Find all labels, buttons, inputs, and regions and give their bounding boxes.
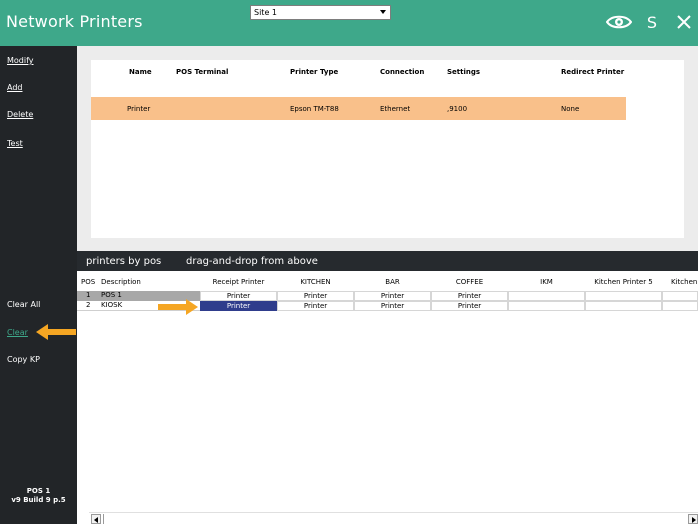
add-button[interactable]: Add: [7, 83, 23, 92]
horizontal-scrollbar[interactable]: [89, 512, 698, 524]
delete-button[interactable]: Delete: [7, 110, 33, 119]
pos-description: POS 1: [101, 291, 122, 299]
pos-name: POS 1: [26, 487, 51, 495]
printer-type: Epson TM-T88: [290, 105, 339, 113]
col-kitchen-6: Kitchen: [671, 278, 698, 286]
chevron-down-icon: [380, 10, 386, 14]
col-pos: POS: [81, 278, 96, 286]
receipt-printer-cell[interactable]: Printer: [200, 291, 277, 301]
kitchen-6-cell[interactable]: [662, 301, 698, 311]
kitchen-printer-cell[interactable]: Printer: [277, 301, 354, 311]
col-settings: Settings: [447, 68, 481, 76]
scroll-right-button[interactable]: [688, 514, 698, 524]
coffee-printer-cell[interactable]: Printer: [431, 291, 508, 301]
arrow-left-small-icon: [94, 517, 98, 523]
kitchen-printer-5-cell[interactable]: [585, 291, 662, 301]
col-name: Name: [129, 68, 152, 76]
arrow-left-icon: [36, 324, 76, 340]
version-info: POS 1 v9 Build 9 p.5: [0, 487, 77, 505]
col-redirect-printer: Redirect Printer: [561, 68, 625, 76]
close-icon: [677, 15, 691, 29]
s-button[interactable]: S: [642, 10, 662, 34]
printer-connection: Ethernet: [380, 105, 411, 113]
test-button[interactable]: Test: [7, 139, 23, 148]
col-bar: BAR: [385, 278, 400, 286]
pos-number: 1: [86, 291, 91, 299]
col-kitchen: KITCHEN: [300, 278, 331, 286]
drag-hint: drag-and-drop from above: [186, 256, 318, 267]
ikm-printer-cell[interactable]: [508, 301, 585, 311]
tab-printers-by-pos[interactable]: printers by pos: [86, 256, 161, 267]
printer-settings: ,9100: [447, 105, 468, 113]
printer-redirect: None: [561, 105, 580, 113]
clear-all-button[interactable]: Clear All: [7, 300, 40, 309]
version-label: v9 Build 9 p.5: [11, 496, 66, 504]
col-pos-terminal: POS Terminal: [176, 68, 229, 76]
pos-description: KIOSK: [101, 301, 123, 309]
kitchen-6-cell[interactable]: [662, 291, 698, 301]
col-kitchen-printer-5: Kitchen Printer 5: [594, 278, 653, 286]
printers-table: Name POS Terminal Printer Type Connectio…: [91, 60, 684, 238]
col-receipt-printer: Receipt Printer: [212, 278, 265, 286]
receipt-printer-cell-selected[interactable]: Printer: [200, 301, 277, 311]
printers-by-pos-header: printers by pos drag-and-drop from above: [77, 251, 698, 271]
bar-printer-cell[interactable]: Printer: [354, 301, 431, 311]
page-title: Network Printers: [6, 12, 143, 31]
col-printer-type: Printer Type: [290, 68, 339, 76]
scroll-thumb[interactable]: [103, 514, 104, 524]
printers-panel: Name POS Terminal Printer Type Connectio…: [77, 46, 698, 251]
copy-kp-button[interactable]: Copy KP: [7, 355, 40, 364]
title-bar: Network Printers Site 1 S: [0, 0, 698, 46]
ikm-printer-cell[interactable]: [508, 291, 585, 301]
sidebar: Modify Add Delete Test Clear All Clear C…: [0, 46, 77, 524]
scroll-left-button[interactable]: [91, 514, 101, 524]
clear-button[interactable]: Clear: [7, 328, 28, 337]
site-dropdown[interactable]: Site 1: [250, 5, 391, 20]
col-coffee: COFFEE: [455, 278, 484, 286]
window: Network Printers Site 1 S Modify Add Del…: [0, 0, 698, 524]
printer-row[interactable]: Printer Epson TM-T88 Ethernet ,9100 None: [91, 97, 626, 120]
view-button[interactable]: [604, 10, 634, 34]
modify-button[interactable]: Modify: [7, 56, 34, 65]
pos-grid-header: POS Description Receipt Printer KITCHEN …: [77, 276, 698, 290]
coffee-printer-cell[interactable]: Printer: [431, 301, 508, 311]
printers-table-header: Name POS Terminal Printer Type Connectio…: [91, 60, 684, 83]
bar-printer-cell[interactable]: Printer: [354, 291, 431, 301]
eye-icon: [606, 15, 632, 29]
pos-number: 2: [86, 301, 91, 309]
site-dropdown-value: Site 1: [254, 8, 277, 17]
arrow-right-small-icon: [692, 517, 696, 523]
kitchen-printer-cell[interactable]: Printer: [277, 291, 354, 301]
col-description: Description: [101, 278, 141, 286]
col-ikm: IKM: [540, 278, 553, 286]
arrow-right-icon: [158, 299, 198, 315]
kitchen-printer-5-cell[interactable]: [585, 301, 662, 311]
printer-name: Printer: [127, 105, 151, 113]
close-button[interactable]: [674, 10, 694, 34]
col-connection: Connection: [380, 68, 425, 76]
